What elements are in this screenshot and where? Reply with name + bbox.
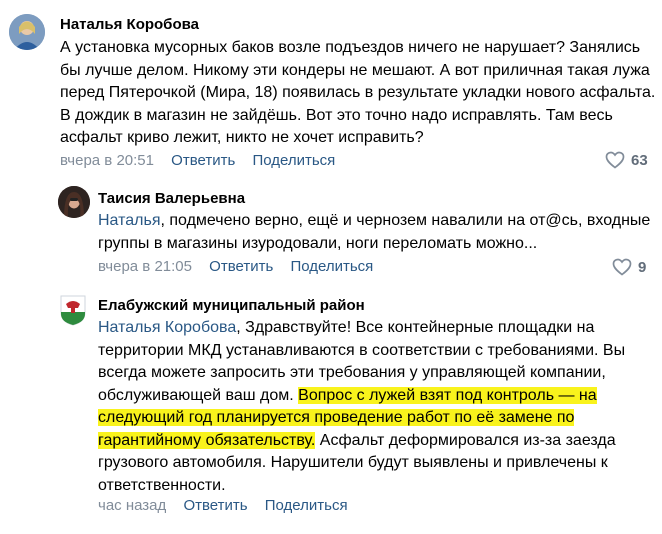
- like-count: 63: [631, 151, 648, 169]
- comment-body: , подмечено верно, ещё и чернозем навали…: [98, 212, 651, 252]
- share-button[interactable]: Поделиться: [265, 497, 348, 514]
- comment-time[interactable]: час назад: [98, 497, 166, 514]
- comment-meta: вчера в 21:05 Ответить Поделиться: [98, 258, 373, 275]
- heart-icon: [605, 151, 625, 169]
- share-button[interactable]: Поделиться: [290, 258, 373, 275]
- like-button[interactable]: 9: [612, 258, 646, 276]
- reply-button[interactable]: Ответить: [209, 258, 273, 275]
- reply-button[interactable]: Ответить: [171, 152, 235, 169]
- comment-text: Наталья, подмечено верно, ещё и чернозем…: [98, 210, 658, 255]
- avatar[interactable]: [58, 294, 88, 326]
- comment-author[interactable]: Таисия Валерьевна: [98, 190, 245, 207]
- reply-button[interactable]: Ответить: [183, 497, 247, 514]
- mention-link[interactable]: Наталья: [98, 212, 160, 229]
- comment-time[interactable]: вчера в 21:05: [98, 258, 192, 275]
- comment-text: Наталья Коробова, Здравствуйте! Все конт…: [98, 317, 658, 497]
- heart-icon: [612, 258, 632, 276]
- share-button[interactable]: Поделиться: [252, 152, 335, 169]
- comment-author[interactable]: Елабужский муниципальный район: [98, 297, 365, 314]
- comment-meta: вчера в 20:51 Ответить Поделиться: [60, 152, 335, 169]
- comment-author[interactable]: Наталья Коробова: [60, 16, 199, 33]
- comment-meta: час назад Ответить Поделиться: [98, 497, 348, 514]
- mention-link[interactable]: Наталья Коробова: [98, 319, 236, 336]
- avatar[interactable]: [9, 14, 45, 50]
- comment-text: А установка мусорных баков возле подъезд…: [60, 39, 656, 146]
- like-button[interactable]: 63: [605, 151, 648, 169]
- avatar[interactable]: [58, 186, 90, 218]
- comment-time[interactable]: вчера в 20:51: [60, 152, 154, 169]
- like-count: 9: [638, 258, 647, 276]
